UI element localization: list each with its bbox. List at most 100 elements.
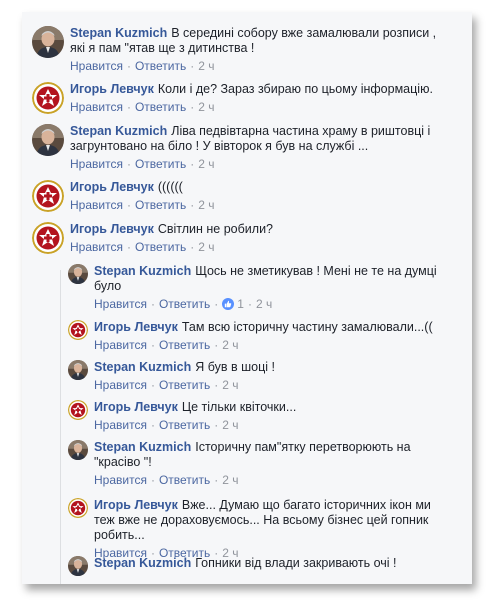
reply-button[interactable]: Ответить: [159, 378, 210, 392]
reply-text: Stepan Kuzmich Щось не зметикував ! Мені …: [94, 264, 439, 294]
timestamp[interactable]: 2 ч: [198, 198, 214, 212]
timestamp[interactable]: 2 ч: [198, 59, 214, 73]
comment: Игорь Левчук Світлин не робили? Нравится ·…: [32, 222, 462, 254]
like-button[interactable]: Нравится: [70, 59, 123, 73]
timestamp[interactable]: 2 ч: [222, 338, 238, 352]
comment: Игорь Левчук Коли і де? Зараз збираю по ц…: [32, 82, 462, 114]
reply-button[interactable]: Ответить: [135, 100, 186, 114]
reply: Stepan Kuzmich Історичну пам"ятку перетво…: [68, 440, 463, 487]
reply-actions: Нравится · Ответить · 1 · 2 ч: [94, 297, 439, 311]
stepan-avatar[interactable]: [68, 556, 88, 576]
stepan-avatar[interactable]: [68, 264, 88, 284]
author-name[interactable]: Stepan Kuzmich: [94, 360, 191, 374]
reply-button[interactable]: Ответить: [159, 338, 210, 352]
emblem-avatar[interactable]: [32, 222, 64, 254]
comment-actions: Нравится · Ответить · 2 ч: [70, 240, 450, 254]
reply-text: Игорь Левчук Вже... Думаю що багато істор…: [94, 498, 439, 543]
timestamp[interactable]: 2 ч: [222, 473, 238, 487]
timestamp[interactable]: 2 ч: [198, 157, 214, 171]
emblem-avatar[interactable]: [68, 320, 88, 340]
author-name[interactable]: Stepan Kuzmich: [94, 556, 191, 570]
emblem-avatar[interactable]: [32, 82, 64, 114]
comment: Игорь Левчук(((((( Нравится · Ответить · 2…: [32, 180, 462, 212]
separator: ·: [190, 198, 195, 212]
like-button[interactable]: Нравится: [94, 297, 147, 311]
replies-thread-line: [60, 270, 61, 584]
comment-actions: Нравится · Ответить · 2 ч: [70, 157, 450, 171]
reply-button[interactable]: Ответить: [135, 157, 186, 171]
separator: ·: [214, 378, 219, 392]
separator: ·: [190, 157, 195, 171]
comment-actions: Нравится · Ответить · 2 ч: [70, 100, 450, 114]
like-button[interactable]: Нравится: [94, 473, 147, 487]
author-name[interactable]: Stepan Kuzmich: [70, 26, 167, 40]
separator: ·: [150, 297, 155, 311]
reply-button[interactable]: Ответить: [159, 473, 210, 487]
timestamp[interactable]: 2 ч: [198, 100, 214, 114]
reply-text: Игорь Левчук Там всю історичну частину за…: [94, 320, 439, 335]
author-name[interactable]: Игорь Левчук: [70, 180, 154, 194]
author-name[interactable]: Игорь Левчук: [94, 320, 178, 334]
comment: Stepan Kuzmich В середині собору вже зама…: [32, 26, 462, 73]
separator: ·: [190, 59, 195, 73]
reply-button[interactable]: Ответить: [159, 418, 210, 432]
separator: ·: [214, 418, 219, 432]
comment-body: Коли і де? Зараз збираю по цьому інформа…: [157, 82, 433, 96]
author-name[interactable]: Игорь Левчук: [94, 498, 178, 512]
author-name[interactable]: Stepan Kuzmich: [94, 264, 191, 278]
reply-actions: Нравится · Ответить · 2 ч: [94, 418, 439, 432]
comment-actions: Нравится · Ответить · 2 ч: [70, 59, 450, 73]
stepan-avatar[interactable]: [68, 360, 88, 380]
timestamp[interactable]: 2 ч: [198, 240, 214, 254]
stepan-avatar[interactable]: [68, 440, 88, 460]
comment-body: Світлин не робили?: [157, 222, 274, 236]
like-button[interactable]: Нравится: [70, 240, 123, 254]
timestamp[interactable]: 2 ч: [222, 378, 238, 392]
reply-body: Там всю історичну частину замалювали...(…: [181, 320, 433, 334]
separator: ·: [214, 338, 219, 352]
reply-body: Я був в шоці !: [195, 360, 275, 374]
separator: ·: [190, 240, 195, 254]
separator: ·: [214, 297, 219, 311]
author-name[interactable]: Stepan Kuzmich: [94, 440, 191, 454]
separator: ·: [126, 198, 131, 212]
emblem-avatar[interactable]: [32, 180, 64, 212]
emblem-avatar[interactable]: [68, 498, 88, 518]
author-name[interactable]: Игорь Левчук: [94, 400, 178, 414]
separator: ·: [150, 418, 155, 432]
reply-button[interactable]: Ответить: [135, 240, 186, 254]
separator: ·: [247, 297, 252, 311]
reply: Игорь Левчук Це тільки квіточки... Нравит…: [68, 400, 463, 432]
reply-actions: Нравится · Ответить · 2 ч: [94, 473, 439, 487]
reply: Игорь Левчук Вже... Думаю що багато істор…: [68, 498, 463, 560]
stepan-avatar[interactable]: [32, 124, 64, 156]
reply-actions: Нравится · Ответить · 2 ч: [94, 338, 439, 352]
author-name[interactable]: Stepan Kuzmich: [70, 124, 167, 138]
comment-text: Stepan Kuzmich В середині собору вже зама…: [70, 26, 450, 56]
emblem-avatar[interactable]: [68, 400, 88, 420]
author-name[interactable]: Игорь Левчук: [70, 222, 154, 236]
reply-actions: Нравится · Ответить · 2 ч: [94, 378, 439, 392]
like-button[interactable]: Нравится: [94, 378, 147, 392]
like-button[interactable]: Нравится: [70, 198, 123, 212]
comment-text: Stepan Kuzmich Ліва педвівтарна частина х…: [70, 124, 450, 154]
comment-actions: Нравится · Ответить · 2 ч: [70, 198, 450, 212]
timestamp[interactable]: 2 ч: [256, 297, 272, 311]
like-button[interactable]: Нравится: [70, 100, 123, 114]
like-button[interactable]: Нравится: [94, 418, 147, 432]
reply-body: Гопники від влади закривають очі !: [195, 556, 397, 570]
reply-button[interactable]: Ответить: [135, 198, 186, 212]
timestamp[interactable]: 2 ч: [222, 418, 238, 432]
reply-text: Игорь Левчук Це тільки квіточки...: [94, 400, 439, 415]
reply-button[interactable]: Ответить: [159, 297, 210, 311]
like-count-badge[interactable]: 1: [222, 297, 244, 311]
like-button[interactable]: Нравится: [70, 157, 123, 171]
reply-button[interactable]: Ответить: [135, 59, 186, 73]
like-count: 1: [237, 297, 244, 311]
reply-text: Stepan Kuzmich Гопники від влади закриваю…: [94, 556, 439, 571]
reply-text: Stepan Kuzmich Історичну пам"ятку перетво…: [94, 440, 439, 470]
like-button[interactable]: Нравится: [94, 338, 147, 352]
author-name[interactable]: Игорь Левчук: [70, 82, 154, 96]
stepan-avatar[interactable]: [32, 26, 64, 58]
separator: ·: [214, 473, 219, 487]
